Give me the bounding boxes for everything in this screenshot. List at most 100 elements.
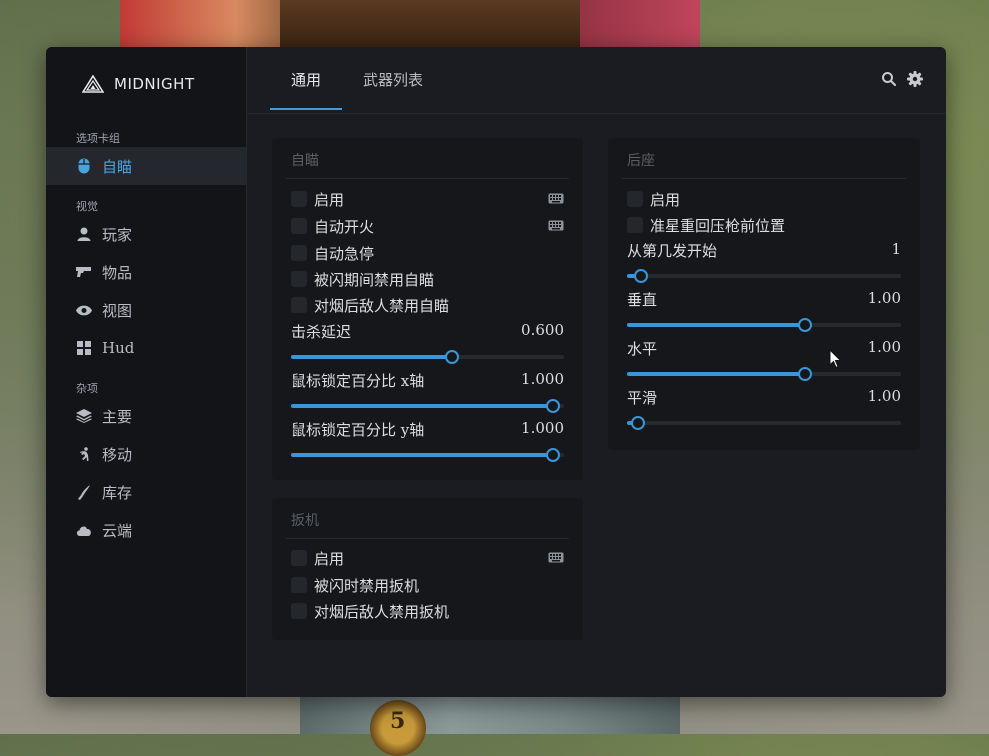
sidebar-item-label: 物品 [102, 263, 133, 282]
keyboard-icon[interactable] [548, 552, 564, 563]
background-character [120, 0, 700, 48]
sidebar-item-hud[interactable]: Hud [46, 329, 246, 367]
group-label-misc: 杂项 [76, 382, 98, 395]
aim-flash-disable-row: 被闪期间禁用自瞄 [291, 268, 564, 290]
smooth-label: 平滑 [627, 389, 658, 407]
horizontal-slider[interactable] [627, 367, 901, 381]
slider-handle[interactable] [798, 318, 813, 332]
recoil-enable-checkbox[interactable] [627, 191, 643, 207]
divider [286, 538, 569, 539]
checkbox-label: 对烟后敌人禁用自瞄 [314, 296, 450, 315]
active-tab-indicator [270, 108, 342, 110]
coin-glyph: 5 [390, 708, 406, 734]
mouse-lock-y-label: 鼠标锁定百分比 y轴 [291, 421, 425, 439]
sidebar-item-view[interactable]: 视图 [46, 291, 246, 329]
smooth-value: 1.00 [867, 387, 901, 405]
checkbox-label: 启用 [314, 549, 345, 568]
sidebar-item-main[interactable]: 主要 [46, 397, 246, 435]
slider-handle[interactable] [445, 350, 460, 364]
slider-handle[interactable] [630, 416, 645, 430]
recoil-panel: 后座 启用 准星重回压枪前位置 从第几发开始 1 垂直 1.00 水平 1.00… [608, 138, 920, 450]
tab-weapon-list[interactable]: 武器列表 [363, 69, 423, 90]
aim-smoke-disable-row: 对烟后敌人禁用自瞄 [291, 294, 564, 316]
sidebar-item-items[interactable]: 物品 [46, 253, 246, 291]
slider-handle[interactable] [546, 448, 561, 462]
trigger-panel: 扳机 启用 被闪时禁用扳机 对烟后敌人禁用扳机 [272, 498, 583, 640]
sidebar-item-movement[interactable]: 移动 [46, 435, 246, 473]
gun-icon [76, 264, 92, 280]
knife-icon [76, 484, 92, 500]
sidebar-item-aim[interactable]: 自瞄 [46, 147, 246, 185]
background-strap [280, 0, 580, 48]
aim-autofire-row: 自动开火 [291, 215, 564, 237]
panel-title: 后座 [627, 153, 655, 169]
vertical-value: 1.00 [867, 289, 901, 307]
menu-window: MIDNIGHT 选项卡组 自瞄 视觉 玩家 物品 视图 Hud 杂项 主要 移… [46, 47, 946, 697]
slider-handle[interactable] [798, 367, 813, 381]
sidebar: MIDNIGHT 选项卡组 自瞄 视觉 玩家 物品 视图 Hud 杂项 主要 移… [46, 47, 247, 697]
smooth-slider[interactable] [627, 416, 901, 430]
trigger-enable-checkbox[interactable] [291, 550, 307, 566]
aim-autostop-row: 自动急停 [291, 242, 564, 264]
sidebar-item-cloud[interactable]: 云端 [46, 511, 246, 549]
aim-panel: 自瞄 启用 自动开火 自动急停 被闪期间禁用自瞄 对烟后敌人禁用自瞄 击杀延迟 … [272, 138, 583, 480]
aim-enable-checkbox[interactable] [291, 191, 307, 207]
sidebar-item-label: 库存 [102, 483, 133, 502]
logo-icon [82, 75, 104, 93]
grid-icon [76, 340, 92, 356]
aim-autostop-checkbox[interactable] [291, 245, 307, 261]
tab-general[interactable]: 通用 [291, 69, 321, 90]
mouse-pointer-icon [829, 349, 842, 369]
mouse-lock-y-slider[interactable] [291, 448, 564, 462]
trigger-flash-disable-row: 被闪时禁用扳机 [291, 574, 564, 596]
sidebar-item-players[interactable]: 玩家 [46, 215, 246, 253]
background-legs [300, 696, 680, 734]
checkbox-label: 自动急停 [314, 244, 375, 263]
kill-delay-slider[interactable] [291, 350, 564, 364]
recoil-restore-checkbox[interactable] [627, 217, 643, 233]
trigger-flash-disable-checkbox[interactable] [291, 577, 307, 593]
keyboard-icon[interactable] [548, 193, 564, 204]
mouse-lock-y-value: 1.000 [521, 419, 564, 437]
trigger-enable-row: 启用 [291, 547, 564, 569]
divider [622, 178, 906, 179]
cloud-icon [76, 522, 92, 538]
sidebar-item-label: Hud [102, 339, 135, 357]
sidebar-item-label: 移动 [102, 445, 133, 464]
sidebar-item-label: 主要 [102, 407, 133, 426]
checkbox-label: 自动开火 [314, 217, 375, 236]
checkbox-label: 被闪期间禁用自瞄 [314, 270, 435, 289]
panel-title: 扳机 [291, 513, 319, 529]
group-label-visual: 视觉 [76, 200, 98, 213]
sidebar-item-inventory[interactable]: 库存 [46, 473, 246, 511]
search-icon[interactable] [881, 71, 897, 87]
recoil-enable-row: 启用 [627, 188, 901, 210]
mouse-icon [76, 158, 92, 174]
gear-icon[interactable] [907, 71, 923, 87]
keyboard-icon[interactable] [548, 220, 564, 231]
slider-handle[interactable] [546, 399, 561, 413]
start-shot-value: 1 [891, 240, 901, 258]
background-coin: 5 [370, 700, 426, 756]
aim-enable-row: 启用 [291, 188, 564, 210]
mouse-lock-x-label: 鼠标锁定百分比 x轴 [291, 372, 425, 390]
trigger-smoke-disable-row: 对烟后敌人禁用扳机 [291, 600, 564, 622]
divider [286, 178, 569, 179]
eye-icon [76, 302, 92, 318]
aim-autofire-checkbox[interactable] [291, 218, 307, 234]
start-shot-slider[interactable] [627, 269, 901, 283]
slider-handle[interactable] [633, 269, 648, 283]
checkbox-label: 启用 [650, 190, 681, 209]
recoil-restore-row: 准星重回压枪前位置 [627, 214, 901, 236]
checkbox-label: 被闪时禁用扳机 [314, 576, 420, 595]
mouse-lock-x-slider[interactable] [291, 399, 564, 413]
layers-icon [76, 408, 92, 424]
top-tab-bar: 通用 武器列表 [247, 47, 946, 114]
trigger-smoke-disable-checkbox[interactable] [291, 603, 307, 619]
brand-name: MIDNIGHT [114, 75, 195, 93]
sidebar-item-label: 视图 [102, 301, 133, 320]
aim-flash-disable-checkbox[interactable] [291, 271, 307, 287]
aim-smoke-disable-checkbox[interactable] [291, 297, 307, 313]
kill-delay-value: 0.600 [521, 321, 564, 339]
vertical-slider[interactable] [627, 318, 901, 332]
